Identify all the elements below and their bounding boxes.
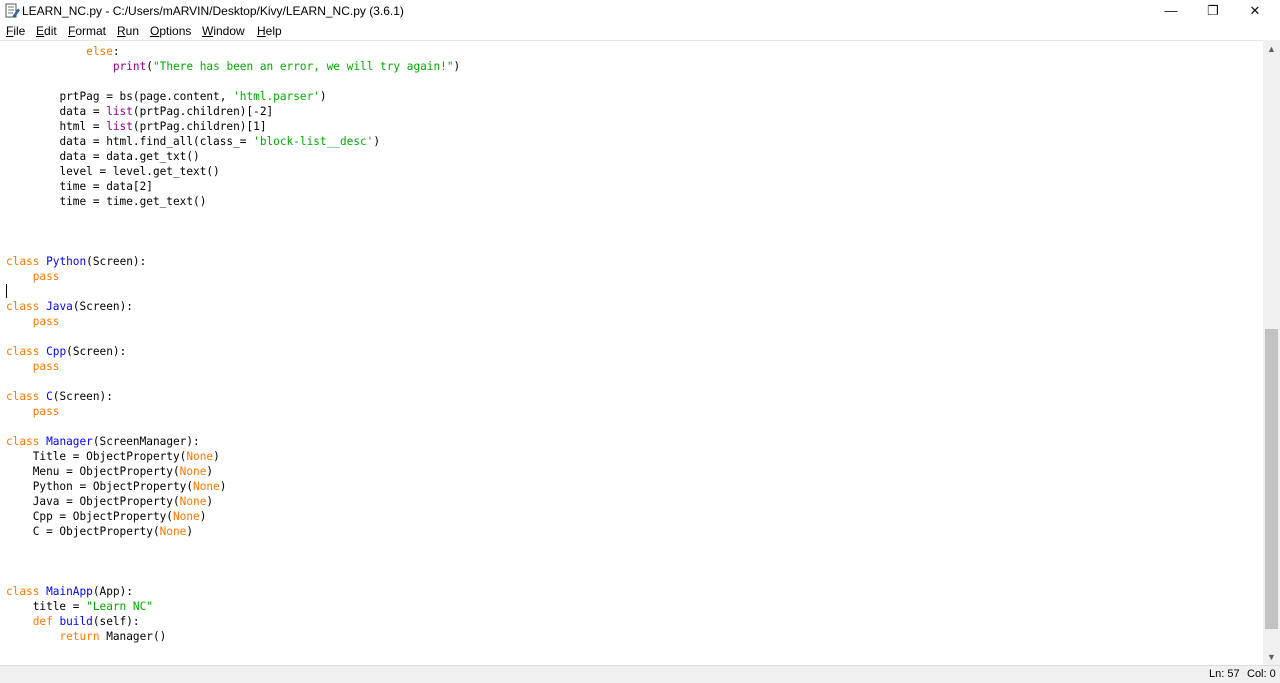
code-line: class Manager(ScreenManager): [6,435,200,448]
code-line: pass [6,404,60,419]
scroll-down-icon[interactable]: ▼ [1263,648,1280,665]
keyword: None [179,495,207,508]
code-line: title = "Learn NC" [32,600,153,613]
keyword: class [6,255,40,268]
code-line: class MainApp(App): [6,585,133,598]
keyword: pass [32,405,60,418]
keyword: return [59,630,100,643]
column-number-indicator: Col: 0 [1247,668,1276,680]
code-line: C = ObjectProperty(None) [32,525,194,538]
code-line: pass [6,359,60,374]
menu-window[interactable]: Window [202,24,245,38]
string-literal: 'block-list__desc' [253,135,374,148]
keyword: None [172,510,200,523]
keyword: def [32,615,53,628]
vertical-scrollbar[interactable]: ▲ ▼ [1263,40,1280,665]
keyword: None [193,480,220,493]
keyword: class [6,390,40,403]
scrollbar-thumb[interactable] [1265,329,1278,629]
function-name: build [59,615,93,628]
title-bar: LEARN_NC.py - C:/Users/mARVIN/Desktop/Ki… [0,0,1280,21]
menu-options[interactable]: Options [150,24,191,38]
window-title: LEARN_NC.py - C:/Users/mARVIN/Desktop/Ki… [22,4,404,18]
string-literal: "Learn NC" [86,600,153,613]
keyword: class [6,585,40,598]
code-line: else: [86,45,120,58]
builtin: list [106,120,133,133]
code-line: return Manager() [59,630,167,643]
keyword: None [159,525,187,538]
text-cursor [6,284,7,298]
code-line: Python = ObjectProperty(None) [32,480,227,493]
class-name: Manager [46,435,93,448]
menu-run[interactable]: Run [117,24,139,38]
code-line: data = html.find_all(class_= 'block-list… [59,135,381,148]
keyword: else [86,45,113,58]
string-literal: 'html.parser' [233,90,320,103]
class-name: Cpp [46,345,67,358]
keyword: None [179,465,207,478]
builtin: list [106,105,133,118]
code-line: class Python(Screen): [6,255,147,268]
class-name: Python [46,255,87,268]
keyword: pass [32,270,60,283]
code-line: Cpp = ObjectProperty(None) [32,510,207,523]
class-name: MainApp [46,585,93,598]
code-line: Java = ObjectProperty(None) [32,495,214,508]
code-line: pass [6,269,60,284]
code-line: html = list(prtPag.children)[1] [59,120,267,133]
builtin: print [112,60,147,73]
keyword: class [6,345,40,358]
menu-help[interactable]: Help [257,24,282,38]
code-line: prtPag = bs(page.content, 'html.parser') [59,90,327,103]
class-name: Java [46,300,73,313]
minimize-button[interactable]: — [1150,0,1192,21]
scroll-up-icon[interactable]: ▲ [1263,40,1280,57]
code-line: pass [6,314,60,329]
keyword: None [186,450,214,463]
class-name: C [46,390,53,403]
code-line: level = level.get_text() [59,165,220,178]
keyword: class [6,435,40,448]
code-line: class Cpp(Screen): [6,345,127,358]
code-line: time = time.get_text() [59,195,207,208]
string-literal: "There has been an error, we will try ag… [152,60,454,73]
code-line: Menu = ObjectProperty(None) [32,465,214,478]
menu-edit[interactable]: Edit [36,24,57,38]
menu-format[interactable]: Format [68,24,106,38]
restore-button[interactable]: ❐ [1192,0,1234,21]
code-editor[interactable]: else: print("There has been an error, we… [0,40,1263,666]
code-line: data = list(prtPag.children)[-2] [59,105,274,118]
code-line: Title = ObjectProperty(None) [32,450,220,463]
code-line: time = data[2] [59,180,153,193]
close-button[interactable]: ✕ [1234,0,1276,21]
status-bar: Ln: 57 Col: 0 [0,665,1280,683]
code-line: data = data.get_txt() [59,150,200,163]
idle-app-icon [5,3,20,18]
code-line: class C(Screen): [6,390,113,403]
line-number-indicator: Ln: 57 [1209,668,1240,680]
keyword: class [6,300,40,313]
code-line: print("There has been an error, we will … [112,60,461,73]
keyword: pass [32,360,60,373]
code-line: def build(self): [32,615,140,628]
code-line: class Java(Screen): [6,300,133,313]
menu-bar: File Edit Format Run Options Window Help [0,21,1280,40]
keyword: pass [32,315,60,328]
menu-file[interactable]: File [6,24,25,38]
